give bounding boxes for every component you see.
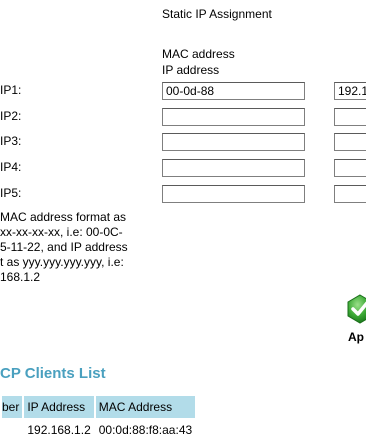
table-row: 192.168.1.2 00:0d:88:f8:aa:43 <box>2 418 195 442</box>
ip2-label: IP2: <box>0 109 22 123</box>
ip2-ip-field[interactable] <box>334 108 366 126</box>
ip1-ip-field[interactable] <box>334 82 366 100</box>
ip4-mac-field[interactable] <box>162 159 305 177</box>
client-number <box>2 418 22 442</box>
static-ip-title: Static IP Assignment <box>162 7 272 21</box>
ip5-ip-field[interactable] <box>334 185 366 203</box>
clients-table: ber IP Address MAC Address 192.168.1.2 0… <box>0 396 197 442</box>
column-header-mac: MAC Address <box>95 396 196 418</box>
note-line: MAC address format as <box>0 210 127 224</box>
ip5-mac-field[interactable] <box>162 185 305 203</box>
apply-button[interactable]: Ap <box>344 292 366 344</box>
green-checkmark-icon <box>347 294 366 324</box>
ip-column-label: IP address <box>162 63 220 77</box>
ip3-label: IP3: <box>0 134 22 148</box>
column-labels: MAC address IP address <box>162 46 235 78</box>
ip2-mac-field[interactable] <box>162 108 305 126</box>
note-line: t as yyy.yyy.yyy.yyy, i.e: <box>0 255 124 269</box>
apply-label: Ap <box>348 330 364 344</box>
note-line: xx-xx-xx-xx, i.e: 00-0C- <box>0 225 123 239</box>
ip5-label: IP5: <box>0 186 22 200</box>
column-header-number: ber <box>2 396 23 418</box>
ip1-mac-field[interactable] <box>162 82 305 100</box>
note-line: 5-11-22, and IP address <box>0 240 128 254</box>
table-header-row: ber IP Address MAC Address <box>2 396 196 418</box>
mac-column-label: MAC address <box>162 47 235 61</box>
ip3-mac-field[interactable] <box>162 133 305 151</box>
ip4-label: IP4: <box>0 160 22 174</box>
column-header-ip: IP Address <box>24 396 94 418</box>
note-line: 168.1.2 <box>0 270 41 284</box>
ip1-label: IP1: <box>0 83 22 97</box>
client-ip: 192.168.1.2 <box>27 423 91 437</box>
format-note: MAC address format as xx-xx-xx-xx, i.e: … <box>0 210 140 285</box>
ip4-ip-field[interactable] <box>334 159 366 177</box>
ip3-ip-field[interactable] <box>334 133 366 151</box>
client-mac: 00:0d:88:f8:aa:43 <box>98 423 193 437</box>
clients-list-title: CP Clients List <box>0 365 106 382</box>
